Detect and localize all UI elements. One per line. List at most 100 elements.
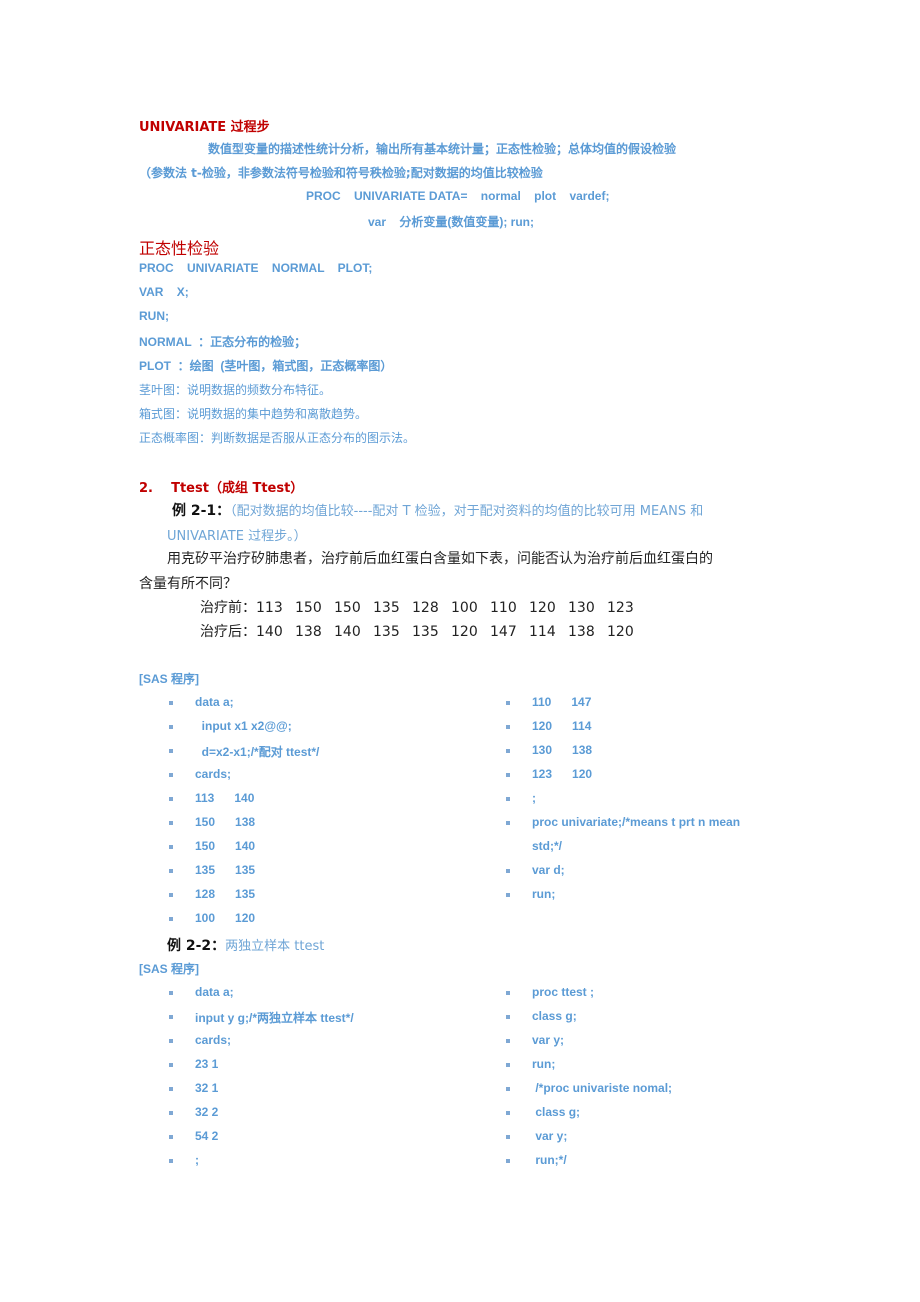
after-treatment-row: 治疗后：140 138 140 135 135 120 147 114 138 120: [200, 621, 646, 641]
code-text: 128 135: [195, 887, 256, 901]
example-description-line2: UNIVARIATE 过程步。）: [167, 529, 307, 544]
value-cell: 110: [490, 600, 517, 616]
bullet-icon: [169, 893, 173, 897]
code-text: data a;: [195, 695, 234, 709]
code-text: 150 140: [195, 839, 256, 853]
code-text: proc univariate;/*means t prt n mean: [532, 815, 741, 829]
code-text: run;*/: [532, 1153, 567, 1167]
normality-line: 正态概率图：判断数据是否服从正态分布的图示法。: [139, 431, 416, 445]
code-text: 110 147: [532, 695, 592, 709]
code-text: 54 2: [195, 1129, 219, 1143]
normality-line: RUN;: [139, 309, 169, 323]
bullet-icon: [506, 821, 510, 825]
bullet-icon: [169, 1135, 173, 1139]
normality-line: 茎叶图：说明数据的频数分布特征。: [139, 383, 332, 397]
normality-line: NORMAL ：正态分布的检验；: [139, 335, 307, 349]
value-cell: 147: [490, 624, 517, 640]
code-text: 32 1: [195, 1081, 219, 1095]
code-text: 120 114: [532, 719, 592, 733]
bullet-icon: [169, 749, 173, 753]
bullet-icon: [169, 821, 173, 825]
value-cell: 120: [451, 624, 478, 640]
value-cell: 113: [256, 600, 283, 616]
section-title-ttest: 2. Ttest（成组 Ttest）: [139, 481, 304, 496]
bullet-icon: [506, 701, 510, 705]
bullet-icon: [169, 1015, 173, 1019]
code-text: class g;: [532, 1009, 577, 1023]
code-text: var d;: [532, 863, 565, 877]
code-text: 23 1: [195, 1057, 219, 1071]
normality-line: PLOT ：绘图 (茎叶图，箱式图，正态概率图）: [139, 359, 393, 373]
value-cell: 138: [568, 624, 595, 640]
bullet-icon: [506, 773, 510, 777]
bullet-icon: [506, 893, 510, 897]
example-description: 两独立样本 ttest: [225, 939, 325, 954]
normality-line: 箱式图：说明数据的集中趋势和离散趋势。: [139, 407, 368, 421]
code-text: ;: [532, 791, 536, 805]
code-text: 123 120: [532, 767, 593, 781]
univariate-description-line2: （参数法 t-检验，非参数法符号检验和符号秩检验;配对数据的均值比较检验: [139, 166, 543, 180]
value-cell: 135: [373, 600, 400, 616]
bullet-icon: [169, 797, 173, 801]
code-text: d=x2-x1;/*配对 ttest*/: [195, 745, 320, 759]
bullet-icon: [506, 1063, 510, 1067]
bullet-icon: [169, 701, 173, 705]
code-text: cards;: [195, 1033, 232, 1047]
univariate-syntax-line2: var 分析变量(数值变量); run;: [368, 215, 535, 229]
bullet-icon: [506, 991, 510, 995]
value-cell: 140: [256, 624, 283, 640]
value-cell: 140: [334, 624, 361, 640]
code-text: class g;: [532, 1105, 581, 1119]
bullet-icon: [506, 797, 510, 801]
value-cell: 123: [607, 600, 634, 616]
value-cell: 150: [334, 600, 361, 616]
value-cell: 120: [529, 600, 556, 616]
code-text: cards;: [195, 767, 232, 781]
bullet-icon: [169, 845, 173, 849]
bullet-icon: [169, 773, 173, 777]
bullet-icon: [506, 869, 510, 873]
code-text: var y;: [532, 1033, 565, 1047]
bullet-icon: [169, 1159, 173, 1163]
bullet-icon: [169, 1063, 173, 1067]
value-cell: 138: [295, 624, 322, 640]
code-text: 100 120: [195, 911, 256, 925]
code-text: var y;: [532, 1129, 568, 1143]
bullet-icon: [169, 1111, 173, 1115]
section-title-normality: 正态性检验: [139, 239, 220, 258]
bullet-icon: [169, 1087, 173, 1091]
example-label: 例 2-2：: [167, 938, 226, 954]
code-text: std;*/: [532, 839, 562, 853]
sas-program-label: [SAS 程序]: [139, 672, 200, 686]
code-text: ;: [195, 1153, 199, 1167]
bullet-icon: [169, 869, 173, 873]
code-text: /*proc univariste nomal;: [532, 1081, 673, 1095]
code-text: 130 138: [532, 743, 593, 757]
before-label: 治疗前：: [200, 600, 256, 616]
value-cell: 100: [451, 600, 478, 616]
after-label: 治疗后：: [200, 624, 256, 640]
example-label: 例 2-1：: [172, 503, 231, 519]
bullet-icon: [506, 1135, 510, 1139]
value-cell: 130: [568, 600, 595, 616]
code-text: proc ttest ;: [532, 985, 595, 999]
bullet-icon: [506, 1015, 510, 1019]
bullet-icon: [506, 1159, 510, 1163]
code-text: 113 140: [195, 791, 255, 805]
example-description: （配对数据的均值比较----配对 T 检验，对于配对资料的均值的比较可用 MEA…: [230, 504, 704, 519]
section-title-univariate: UNIVARIATE 过程步: [139, 120, 270, 135]
value-cell: 114: [529, 624, 556, 640]
value-cell: 120: [607, 624, 634, 640]
univariate-description-line1: 数值型变量的描述性统计分析，输出所有基本统计量；正态性检验；总体均值的假设检验: [208, 142, 677, 156]
normality-line: PROC UNIVARIATE NORMAL PLOT;: [139, 261, 373, 275]
value-cell: 150: [295, 600, 322, 616]
normality-line: VAR X;: [139, 285, 189, 299]
sas-program-label: [SAS 程序]: [139, 962, 200, 976]
value-cell: 135: [373, 624, 400, 640]
example-2-2-header: 例 2-2：两独立样本 ttest: [167, 935, 324, 955]
bullet-icon: [506, 749, 510, 753]
code-text: run;: [532, 1057, 556, 1071]
bullet-icon: [506, 1111, 510, 1115]
code-text: 32 2: [195, 1105, 219, 1119]
code-text: 150 138: [195, 815, 256, 829]
